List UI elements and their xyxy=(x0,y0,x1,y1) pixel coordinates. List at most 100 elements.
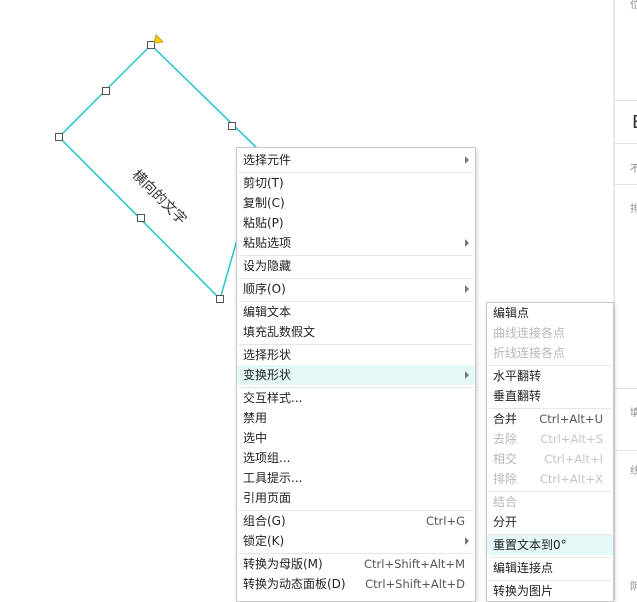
inspector-label: 排 xyxy=(630,204,637,215)
menu-item-label: 复制(C) xyxy=(243,196,285,210)
menu-item-label: 填充乱数假文 xyxy=(243,325,316,339)
menu-item-label: 引用页面 xyxy=(243,491,292,505)
menu-item-selected[interactable]: 选中 xyxy=(237,428,475,448)
submenu-arrow-icon xyxy=(465,537,469,545)
menu-item-paste-options[interactable]: 粘贴选项 xyxy=(237,233,475,253)
menu-item-shortcut: Ctrl+Alt+U xyxy=(539,412,603,426)
submenu-item-intersect: 相交 Ctrl+Alt+I xyxy=(487,449,613,469)
menu-item-order[interactable]: 顺序(O) xyxy=(237,279,475,299)
menu-item-label: 编辑点 xyxy=(493,306,530,320)
menu-item-label: 分开 xyxy=(493,515,518,529)
menu-item-disabled[interactable]: 禁用 xyxy=(237,408,475,428)
inspector-label: 不 xyxy=(630,164,637,175)
resize-handle-top-right[interactable] xyxy=(228,122,236,130)
submenu-item-convert-to-image[interactable]: 转换为图片 xyxy=(487,581,613,601)
menu-item-label: 编辑连接点 xyxy=(493,561,554,575)
resize-handle-bottom[interactable] xyxy=(216,295,224,303)
menu-item-label: 转换为图片 xyxy=(493,584,554,598)
menu-item-reference-page[interactable]: 引用页面 xyxy=(237,488,475,508)
submenu-arrow-icon xyxy=(465,285,469,293)
menu-item-label: 变换形状 xyxy=(243,368,292,382)
menu-item-cut[interactable]: 剪切(T) xyxy=(237,173,475,193)
menu-item-label: 折线连接各点 xyxy=(493,346,566,360)
menu-item-convert-to-dynamic-panel[interactable]: 转换为动态面板(D) Ctrl+Shift+Alt+D xyxy=(237,574,475,594)
menu-item-label: 合并 xyxy=(493,412,518,426)
menu-item-label: 重置文本到0° xyxy=(493,538,567,552)
submenu-item-exclude: 排除 Ctrl+Alt+X xyxy=(487,469,613,489)
menu-item-label: 水平翻转 xyxy=(493,369,542,383)
inspector-style-letter: E xyxy=(632,112,637,133)
menu-item-label: 粘贴选项 xyxy=(243,236,292,250)
menu-item-shortcut: Ctrl+Alt+X xyxy=(539,472,603,486)
menu-item-label: 选择元件 xyxy=(243,153,292,167)
submenu-item-combine: 结合 xyxy=(487,492,613,512)
submenu-item-subtract: 去除 Ctrl+Alt+S xyxy=(487,429,613,449)
menu-item-shortcut: Ctrl+Shift+Alt+M xyxy=(363,557,465,571)
menu-item-label: 选中 xyxy=(243,431,268,445)
menu-item-label: 转换为动态面板(D) xyxy=(243,577,346,591)
submenu-item-flip-horizontal[interactable]: 水平翻转 xyxy=(487,366,613,386)
menu-item-group[interactable]: 组合(G) Ctrl+G xyxy=(237,511,475,531)
submenu-item-reset-text-rotation[interactable]: 重置文本到0° xyxy=(487,535,613,555)
menu-item-fill-lorem[interactable]: 填充乱数假文 xyxy=(237,322,475,342)
menu-item-convert-to-master[interactable]: 转换为母版(M) Ctrl+Shift+Alt+M xyxy=(237,554,475,574)
menu-item-copy[interactable]: 复制(C) xyxy=(237,193,475,213)
submenu-item-flip-vertical[interactable]: 垂直翻转 xyxy=(487,386,613,406)
menu-item-option-group[interactable]: 选项组... xyxy=(237,448,475,468)
divider xyxy=(615,450,637,451)
menu-item-label: 剪切(T) xyxy=(243,176,284,190)
submenu-item-edit-connection-points[interactable]: 编辑连接点 xyxy=(487,558,613,578)
menu-item-select-shape[interactable]: 选择形状 xyxy=(237,345,475,365)
menu-item-lock[interactable]: 锁定(K) xyxy=(237,531,475,551)
resize-handle-top[interactable] xyxy=(147,41,155,49)
menu-item-label: 组合(G) xyxy=(243,514,286,528)
menu-item-label: 垂直翻转 xyxy=(493,389,542,403)
menu-item-label: 交互样式... xyxy=(243,391,303,405)
submenu-item-polyline-connect: 折线连接各点 xyxy=(487,343,613,363)
inspector-panel: 位 E 不 排 填 线 阴 xyxy=(614,0,637,600)
resize-handle-top-left[interactable] xyxy=(102,87,110,95)
menu-item-label: 选择形状 xyxy=(243,348,292,362)
menu-item-shortcut: Ctrl+Alt+I xyxy=(544,452,603,466)
divider xyxy=(615,143,637,144)
menu-item-interaction-styles[interactable]: 交互样式... xyxy=(237,388,475,408)
menu-item-label: 编辑文本 xyxy=(243,305,292,319)
menu-item-label: 工具提示... xyxy=(243,471,303,485)
menu-item-label: 锁定(K) xyxy=(243,534,285,548)
menu-item-shortcut: Ctrl+Alt+S xyxy=(540,432,603,446)
submenu-arrow-icon xyxy=(465,239,469,247)
menu-item-transform-shape[interactable]: 变换形状 xyxy=(237,365,475,385)
inspector-label: 填 xyxy=(630,408,637,419)
resize-handle-left[interactable] xyxy=(55,133,63,141)
menu-item-label: 转换为母版(M) xyxy=(243,557,323,571)
inspector-label: 阴 xyxy=(630,582,637,593)
menu-item-label: 粘贴(P) xyxy=(243,216,284,230)
menu-item-select-widget[interactable]: 选择元件 xyxy=(237,150,475,170)
resize-handle-bottom-left[interactable] xyxy=(137,214,145,222)
menu-item-label: 顺序(O) xyxy=(243,282,286,296)
menu-item-set-hidden[interactable]: 设为隐藏 xyxy=(237,256,475,276)
submenu-item-union[interactable]: 合并 Ctrl+Alt+U xyxy=(487,409,613,429)
corner-radius-handle[interactable] xyxy=(153,34,164,44)
menu-item-label: 去除 xyxy=(493,432,518,446)
inspector-label: 线 xyxy=(630,466,637,477)
divider xyxy=(615,388,637,389)
submenu-item-curve-connect: 曲线连接各点 xyxy=(487,323,613,343)
menu-item-label: 设为隐藏 xyxy=(243,259,292,273)
divider xyxy=(615,184,637,185)
rotated-rectangle-shape[interactable] xyxy=(57,43,263,301)
menu-item-edit-text[interactable]: 编辑文本 xyxy=(237,302,475,322)
menu-item-tooltip[interactable]: 工具提示... xyxy=(237,468,475,488)
transform-shape-submenu: 编辑点 曲线连接各点 折线连接各点 水平翻转 垂直翻转 合并 Ctrl+Alt+U… xyxy=(486,302,614,602)
inspector-label-top: 位 xyxy=(630,0,637,11)
menu-item-label: 曲线连接各点 xyxy=(493,326,566,340)
divider xyxy=(615,100,637,101)
menu-item-label: 排除 xyxy=(493,472,518,486)
menu-item-paste[interactable]: 粘贴(P) xyxy=(237,213,475,233)
context-menu: 选择元件 剪切(T) 复制(C) 粘贴(P) 粘贴选项 设为隐藏 顺序(O) 编… xyxy=(236,147,476,602)
menu-item-shortcut: Ctrl+G xyxy=(425,514,465,528)
menu-item-label: 相交 xyxy=(493,452,518,466)
submenu-item-split[interactable]: 分开 xyxy=(487,512,613,532)
submenu-item-edit-points[interactable]: 编辑点 xyxy=(487,303,613,323)
menu-item-label: 选项组... xyxy=(243,451,291,465)
